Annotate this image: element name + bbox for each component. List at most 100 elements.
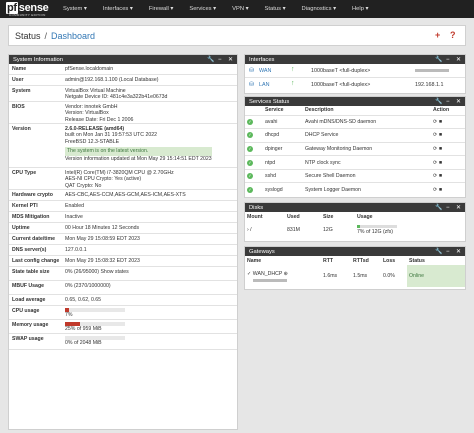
restart-icon[interactable]: ⟳ [433,119,437,125]
system-information-panel: System Information 🔧 − ✕ Name pfSense.loc… [8,54,238,430]
menu-item[interactable]: Firewall ▾ [149,6,174,12]
main-menu: System ▾ Interfaces ▾ Firewall ▾ Services ▾… [63,6,384,12]
sysinfo-key: CPU Type [12,170,37,176]
sysinfo-row: User admin@192.168.1.100 (Local Database) [9,75,237,86]
sysinfo-key: CPU usage [12,308,40,314]
sysinfo-key: Kernel PTI [12,203,38,209]
services-table: Service Description Action ✓ avahi Avahi m… [245,106,465,197]
stop-icon[interactable]: ■ [439,119,442,125]
sysinfo-row: State table size 0% (26/95000) Show state… [9,267,237,281]
wrench-icon[interactable]: 🔧 [435,98,442,105]
disk-usage-bar [357,224,397,229]
sysinfo-key: DNS server(s) [12,247,47,253]
sysinfo-row: Kernel PTI Enabled [9,201,237,212]
globe-icon: ⊕ [283,270,289,277]
sysinfo-value: 127.0.0.1 [65,247,87,253]
menu-item[interactable]: VPN ▾ [232,6,248,12]
sysinfo-row: Current date/time Mon May 29 15:08:59 EDT… [9,234,237,245]
sysinfo-key: Version [12,126,31,132]
sysinfo-row: Hardware crypto AES-CBC,AES-CCM,AES-GCM,A… [9,190,237,201]
check-circle-icon: ✓ [247,132,253,139]
menu-item[interactable]: Services ▾ [189,6,216,12]
sysinfo-key: Current date/time [12,236,55,242]
wrench-icon[interactable]: 🔧 [435,204,442,211]
sysinfo-row: BIOS Vendor: innotek GmbH Version: Virtual… [9,102,237,124]
restart-icon[interactable]: ⟳ [433,187,437,193]
service-row: ✓ dpinger Gateway Monitoring Daemon ⟳ ■ [245,142,465,156]
top-navbar: pf sense COMMUNITY EDITION System ▾ Interf… [0,0,474,18]
sysinfo-row: CPU Type Intel(R) Core(TM) i7-3820QM CPU … [9,168,237,190]
service-row: ✓ ntpd NTP clock sync ⟳ ■ [245,155,465,170]
sysinfo-value: admin@192.168.1.100 (Local Database) [65,77,159,83]
sysinfo-row: Last config change Mon May 29 15:08:32 ED… [9,256,237,267]
stop-icon[interactable]: ■ [439,132,442,138]
minus-icon[interactable]: − [446,249,450,255]
pfsense-logo[interactable]: pf sense COMMUNITY EDITION [3,0,55,18]
sysinfo-value: 25% of 959 MiB [65,322,125,332]
wrench-icon[interactable]: 🔧 [435,248,442,255]
sysinfo-row: DNS server(s) 127.0.0.1 [9,245,237,256]
close-icon[interactable]: ✕ [456,98,461,105]
close-icon[interactable]: ✕ [456,56,461,63]
menu-item[interactable]: Status ▾ [265,6,286,12]
sysinfo-row: System VirtualBox Virtual Machine Netgate … [9,86,237,102]
sysinfo-row: Name pfSense.localdomain [9,64,237,75]
sysinfo-value: Vendor: innotek GmbH Version: VirtualBox R… [65,104,134,123]
latest-version-badge: The system is on the latest version. [65,147,212,156]
check-circle-icon: ✓ [247,187,253,194]
sysinfo-value: VirtualBox Virtual Machine Netgate Device… [65,88,168,101]
sysinfo-key: BIOS [12,104,25,110]
interface-link[interactable]: WAN [259,68,271,74]
up-arrow-icon: ↑ [291,66,295,73]
menu-item[interactable]: Diagnostics ▾ [302,6,336,12]
sysinfo-key: User [12,77,24,83]
sysinfo-row: CPU usage 7% [9,306,237,320]
page-title[interactable]: Dashboard [51,31,95,41]
menu-item[interactable]: Interfaces ▾ [103,6,133,12]
gateways-table: Name RTT RTTsd Loss Status ✓ WAN_DHCP ⊕ … [245,256,465,287]
stop-icon[interactable]: ■ [439,160,442,166]
disks-table: Mount Used Size Usage › / 831M 12G 7% of… [245,212,465,239]
wrench-icon[interactable]: 🔧 [435,56,442,63]
minus-icon[interactable]: − [446,99,450,105]
sysinfo-value: 00 Hour 18 Minutes 12 Seconds [65,225,140,231]
restart-icon[interactable]: ⟳ [433,146,437,152]
wan-ip [415,69,449,72]
stop-icon[interactable]: ■ [439,146,442,152]
service-row: ✓ dhcpd DHCP Service ⟳ ■ [245,128,465,143]
service-row: ✓ avahi Avahi mDNS/DNS-SD daemon ⟳ ■ [245,115,465,129]
interface-row-lan: ⛁ LAN ↑ 1000baseT <full-duplex> 192.168.… [249,80,444,88]
sysinfo-value: pfSense.localdomain [65,66,114,72]
stop-icon[interactable]: ■ [439,187,442,193]
wrench-icon[interactable]: 🔧 [207,56,214,63]
close-icon[interactable]: ✕ [456,248,461,255]
sysinfo-key: Memory usage [12,322,49,328]
sysinfo-key: System [12,88,31,94]
menu-item[interactable]: System ▾ [63,6,87,12]
minus-icon[interactable]: − [446,57,450,63]
close-icon[interactable]: ✕ [228,56,233,63]
minus-icon[interactable]: − [446,205,450,211]
interface-link[interactable]: LAN [259,82,270,88]
sysinfo-value: Intel(R) Core(TM) i7-3820QM CPU @ 2.70GH… [65,170,174,189]
usage-bar [65,322,125,326]
help-icon[interactable]: ? [450,30,456,40]
sysinfo-row: Load average 0.65, 0.62, 0.65 [9,295,237,306]
disks-panel: Disks 🔧 − ✕ Mount Used Size Usage › / 83… [244,202,466,242]
system-info-rows: Name pfSense.localdomain User admin@192.168… [9,64,237,350]
close-icon[interactable]: ✕ [456,204,461,211]
stop-icon[interactable]: ■ [439,173,442,179]
sysinfo-value: Enabled [65,203,85,209]
sysinfo-key: Uptime [12,225,30,231]
restart-icon[interactable]: ⟳ [433,132,437,138]
restart-icon[interactable]: ⟳ [433,173,437,179]
menu-item[interactable]: Help ▾ [352,6,368,12]
add-widget-icon[interactable]: + [435,30,440,40]
minus-icon[interactable]: − [218,57,222,63]
service-row: ✓ syslogd System Logger Daemon ⟳ ■ [245,182,465,197]
sysinfo-row: Version 2.6.0-RELEASE (amd64) built on Mon… [9,124,237,168]
restart-icon[interactable]: ⟳ [433,160,437,166]
interfaces-panel: Interfaces 🔧 − ✕ ⛁ WAN ↑ 1000baseT <full… [244,54,466,94]
sysinfo-row: MDS Mitigation Inactive [9,212,237,223]
breadcrumb-status[interactable]: Status [15,31,41,41]
